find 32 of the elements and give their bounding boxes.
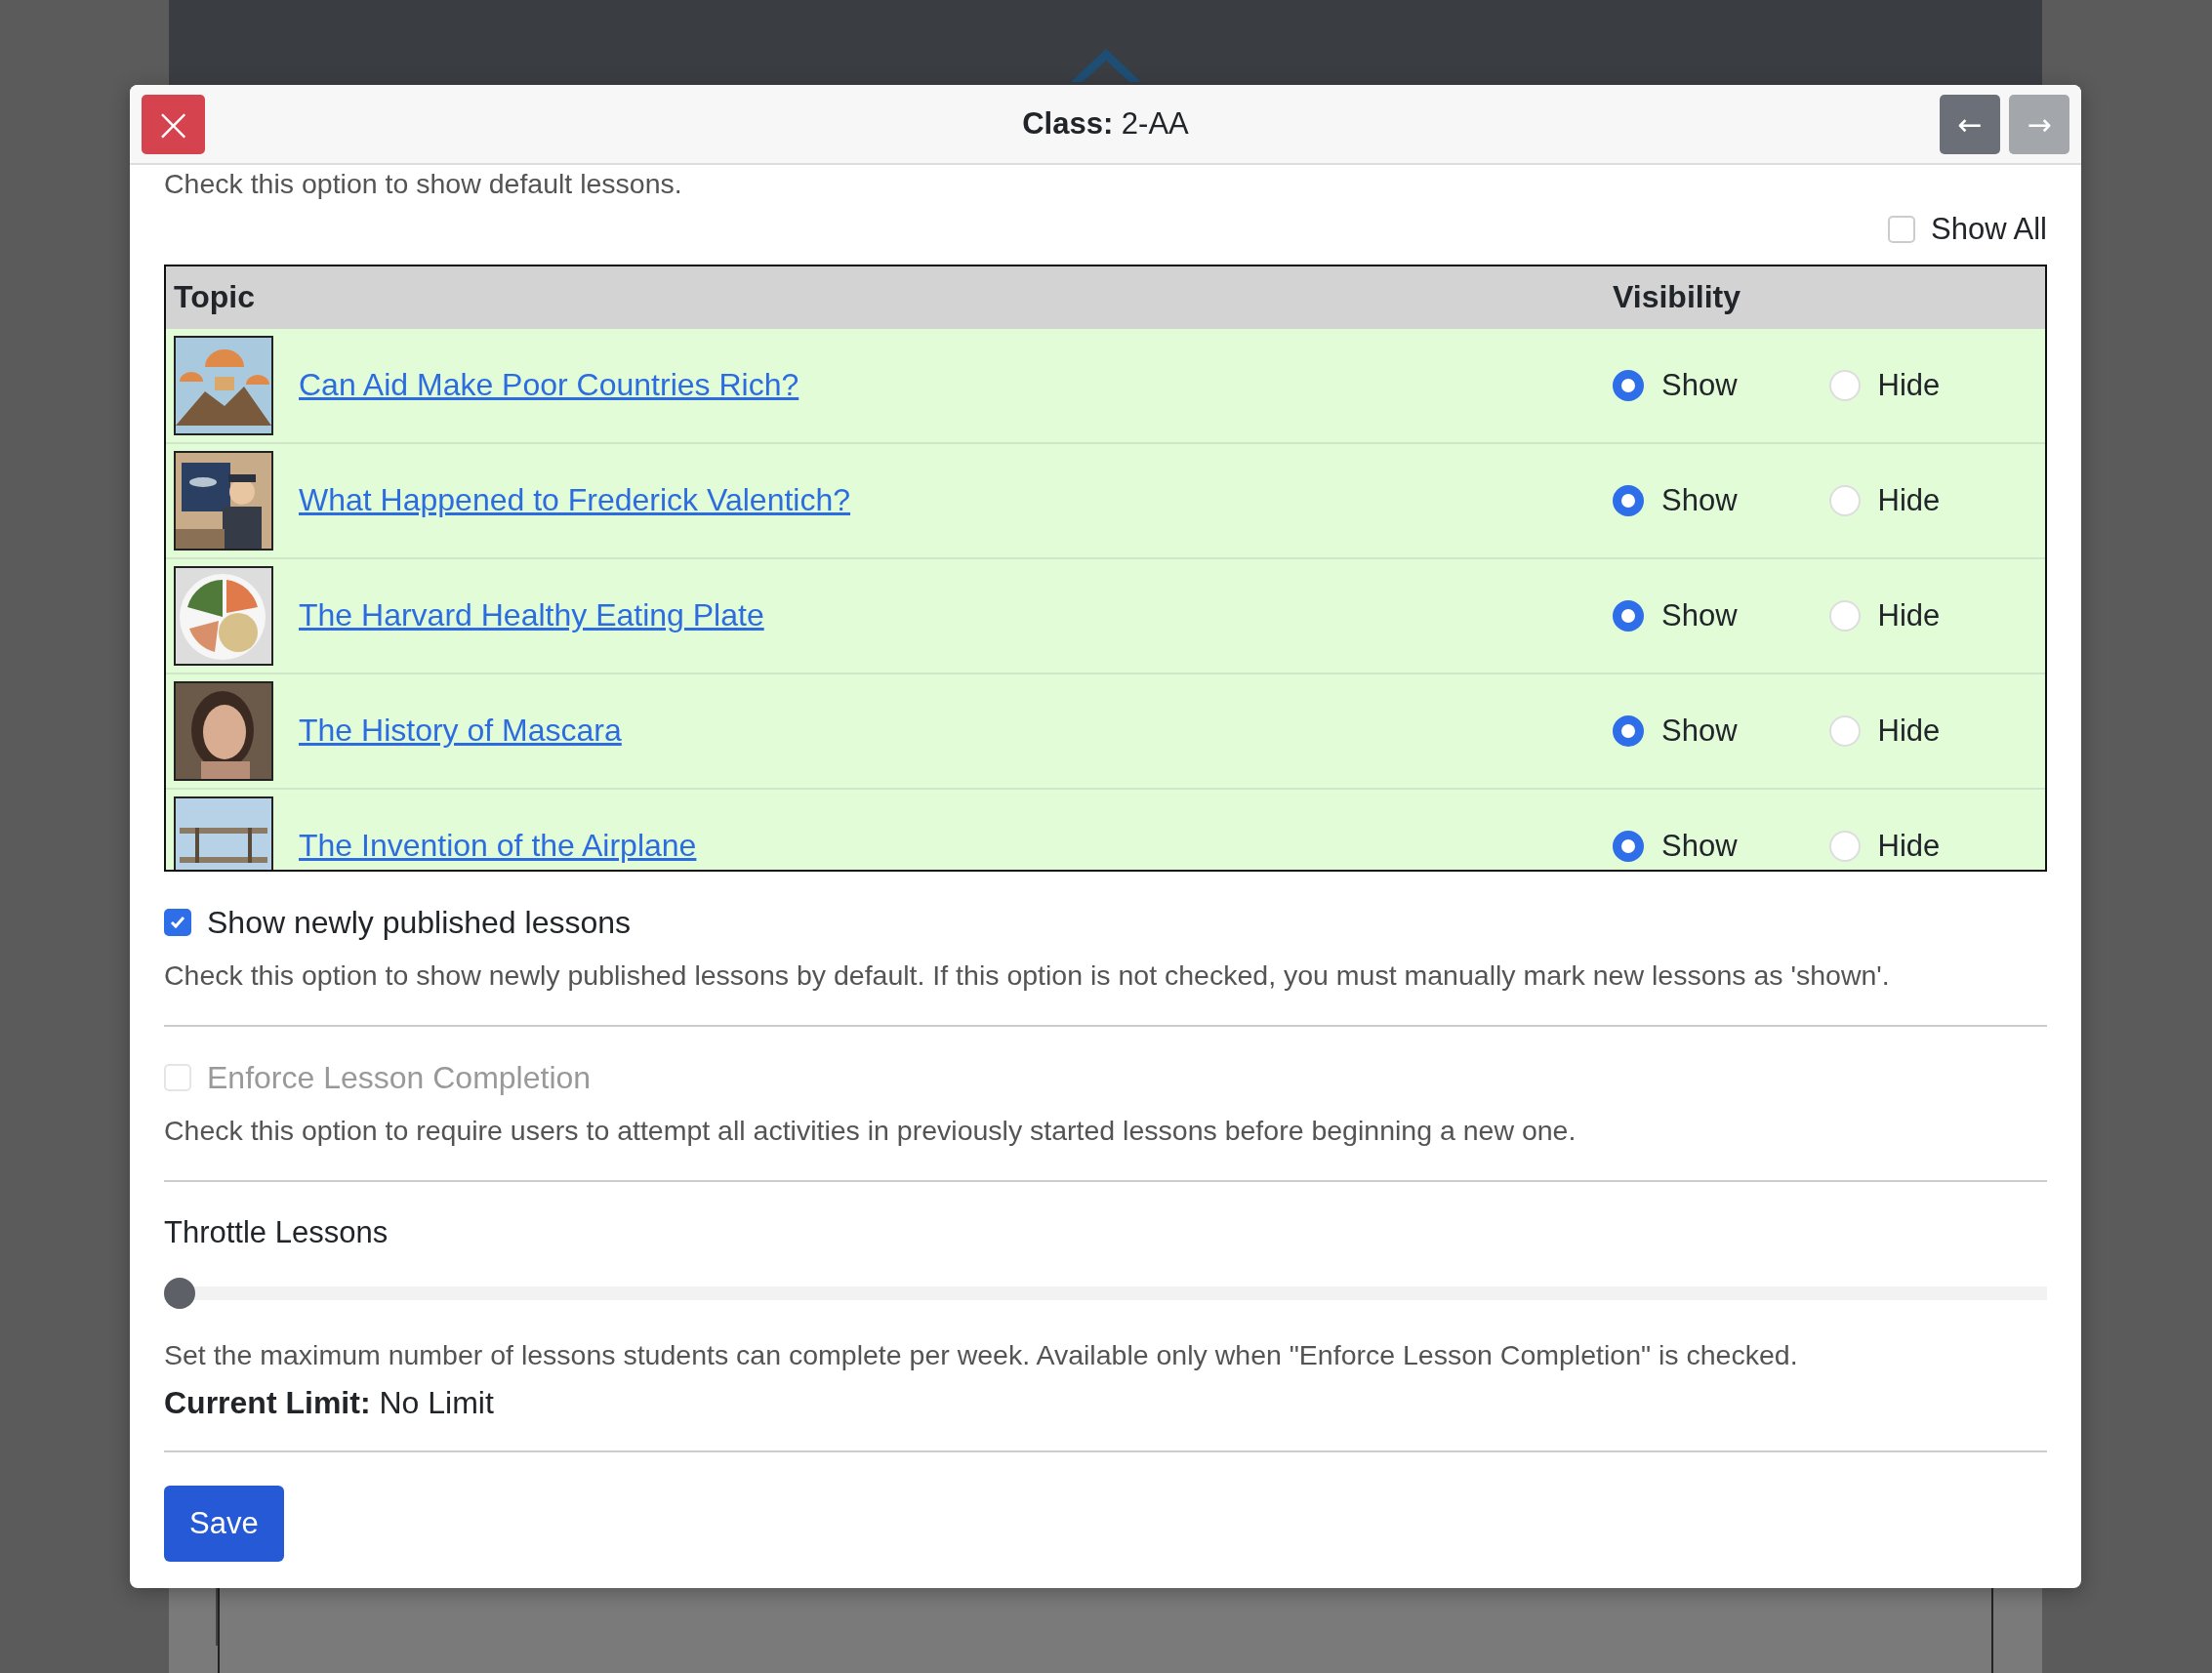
help-text: Check this option to show newly published lessons by default. If this option is not checked, you must manually mark new lessons as 'shown'.: [164, 958, 1891, 993]
setting-checkbox[interactable]: Show newly published lessons: [164, 904, 632, 941]
visibility-radio[interactable]: Hide: [1828, 713, 2045, 749]
dialog-title: Class: 2-AA: [1021, 106, 1190, 142]
lesson-link[interactable]: The Harvard Healthy Eating Plate: [299, 597, 1613, 634]
show-all-checkbox[interactable]: Show All: [1888, 211, 2047, 247]
visibility-radio[interactable]: Show: [1613, 367, 1829, 403]
visibility-radio[interactable]: Hide: [1828, 482, 2045, 518]
help-text: Set the maximum number of lessons students can complete per week. Available only when "Enforce Lesson Completion" is checked.: [164, 1337, 1799, 1372]
nav-arrow-button[interactable]: ←: [1940, 94, 2000, 154]
lesson-link[interactable]: The Invention of the Airplane: [299, 828, 1613, 865]
slider-thumb[interactable]: [164, 1277, 195, 1309]
help-text: Check this option to require users to attempt all activities in previously started lessons before beginning a new one.: [164, 1113, 1577, 1148]
visibility-radio[interactable]: Show: [1613, 713, 1829, 749]
setting-label: Throttle Lessons: [164, 1214, 389, 1250]
column-header: Topic: [173, 279, 256, 316]
visibility-radio[interactable]: Show: [1613, 597, 1829, 633]
checkbox[interactable]: [164, 909, 191, 937]
visibility-radio[interactable]: Show: [1613, 482, 1829, 518]
lesson-link[interactable]: What Happened to Frederick Valentich?: [299, 482, 1613, 519]
current-limit-text: Current Limit: No Limit: [164, 1384, 495, 1421]
help-text: Check this option to show default lessons.: [164, 167, 683, 201]
lesson-link[interactable]: Can Aid Make Poor Countries Rich?: [299, 367, 1613, 404]
visibility-radio[interactable]: Hide: [1828, 597, 2045, 633]
save-button[interactable]: Save: [164, 1485, 284, 1562]
column-header: Visibility: [1613, 279, 1741, 316]
visibility-radio[interactable]: Show: [1613, 828, 1829, 864]
checkbox[interactable]: [1888, 215, 1916, 243]
close-button[interactable]: ×: [142, 94, 205, 154]
visibility-radio[interactable]: Hide: [1828, 367, 2045, 403]
lesson-link[interactable]: The History of Mascara: [299, 713, 1613, 750]
visibility-radio[interactable]: Hide: [1828, 828, 2045, 864]
